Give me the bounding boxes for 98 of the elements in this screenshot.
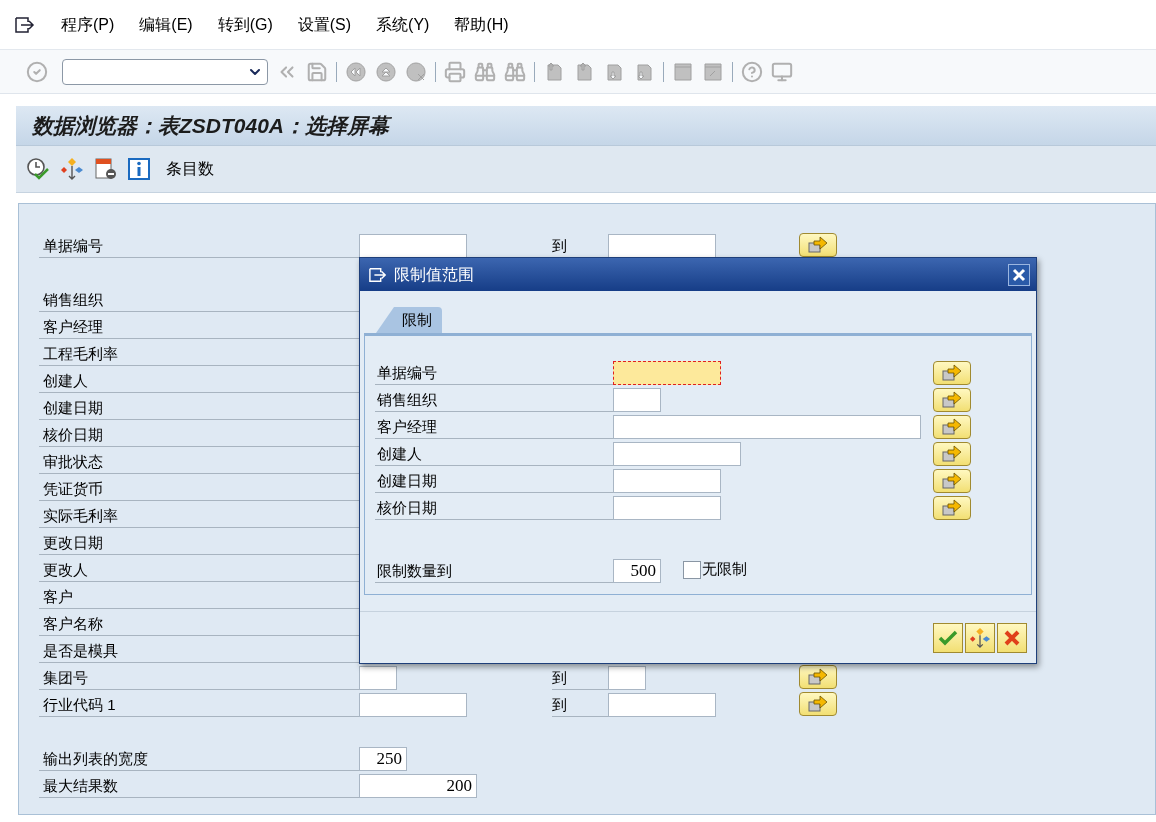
field-label: 客户经理	[375, 413, 613, 439]
field-label: 更改日期	[39, 529, 359, 555]
arrow-icon	[807, 235, 829, 254]
field-label: 创建人	[39, 367, 359, 393]
monitor-icon[interactable]	[771, 60, 793, 83]
input-field[interactable]	[613, 388, 661, 412]
arrow-icon	[941, 391, 963, 409]
field-label: 单据编号	[39, 232, 359, 258]
multiple-selection-button[interactable]	[933, 469, 971, 493]
multiple-selection-button[interactable]	[933, 496, 971, 520]
clock-check-icon[interactable]	[26, 157, 50, 181]
field-label: 创建日期	[375, 467, 613, 493]
check-icon[interactable]	[26, 60, 48, 83]
exit-icon[interactable]	[14, 14, 36, 35]
input-field[interactable]	[613, 496, 721, 520]
menu-item[interactable]: 帮助(H)	[454, 12, 509, 37]
arrow-icon	[807, 694, 829, 713]
back-icon[interactable]	[345, 60, 367, 83]
multiple-selection-button[interactable]	[799, 232, 837, 257]
from-field[interactable]	[359, 234, 467, 258]
multiple-selection-button[interactable]	[799, 664, 837, 689]
up-icon[interactable]	[375, 60, 397, 83]
dialog-title: 限制值范围	[394, 264, 474, 285]
shortcut-icon[interactable]	[702, 60, 724, 83]
field-label: 最大结果数	[39, 772, 359, 798]
multiple-selection-button[interactable]	[933, 361, 971, 385]
to-field[interactable]	[608, 693, 716, 717]
field-label: 实际毛利率	[39, 502, 359, 528]
check-icon	[938, 628, 958, 648]
screen-title: 数据浏览器：表ZSDT040A：选择屏幕	[32, 112, 390, 139]
field-label: 客户经理	[39, 313, 359, 339]
tab[interactable]: 限制	[376, 307, 442, 333]
menu-item[interactable]: 编辑(E)	[139, 12, 193, 37]
entries-button[interactable]: 条目数	[166, 157, 214, 181]
field-label: 单据编号	[375, 359, 613, 385]
input-field[interactable]	[613, 469, 721, 493]
to-field[interactable]	[608, 666, 646, 690]
checkbox-label: 无限制	[702, 559, 747, 580]
field-label: 集团号	[39, 664, 359, 690]
command-field[interactable]	[62, 58, 268, 85]
input-field[interactable]	[613, 415, 921, 439]
close-icon	[1012, 267, 1026, 282]
multiple-selection-button[interactable]	[799, 691, 837, 716]
number-field[interactable]: 250	[359, 747, 407, 771]
close-button[interactable]	[1008, 263, 1030, 286]
print-icon[interactable]	[444, 60, 466, 83]
cancel-button[interactable]	[997, 623, 1027, 653]
number-field[interactable]: 500	[613, 559, 661, 583]
field-label: 创建人	[375, 440, 613, 466]
arrow-icon	[941, 418, 963, 436]
arrow-icon	[941, 445, 963, 463]
save-icon[interactable]	[306, 60, 328, 83]
menu-item[interactable]: 设置(S)	[297, 12, 352, 37]
new-window-icon[interactable]	[672, 60, 694, 83]
find-next-icon[interactable]	[504, 60, 526, 83]
field-label: 审批状态	[39, 448, 359, 474]
multiple-selection-button[interactable]	[933, 442, 971, 466]
field-label: 客户	[39, 583, 359, 609]
field-label: 销售组织	[39, 286, 359, 312]
field-label: 销售组织	[375, 386, 613, 412]
from-field[interactable]	[359, 693, 467, 717]
diamond-arrows-icon[interactable]	[60, 157, 84, 181]
menu-item[interactable]: 转到(G)	[217, 12, 273, 37]
multiple-selection-button[interactable]	[965, 623, 995, 653]
field-label: 创建日期	[39, 394, 359, 420]
field-label: 输出列表的宽度	[39, 745, 359, 771]
close-icon	[1003, 629, 1021, 647]
multiple-selection-button[interactable]	[933, 388, 971, 412]
arrow-icon	[941, 364, 963, 382]
cancel-icon[interactable]	[405, 60, 427, 83]
input-field[interactable]	[613, 442, 741, 466]
field-label: 凭证货币	[39, 475, 359, 501]
exit-icon	[368, 265, 388, 284]
field-label: 更改人	[39, 556, 359, 582]
confirm-button[interactable]	[933, 623, 963, 653]
arrow-icon	[807, 667, 829, 686]
from-field[interactable]	[359, 666, 397, 690]
multiple-selection-button[interactable]	[933, 415, 971, 439]
input-field[interactable]	[613, 361, 721, 385]
checkbox[interactable]	[683, 560, 701, 579]
number-field[interactable]: 200	[359, 774, 477, 798]
field-label: 工程毛利率	[39, 340, 359, 366]
find-icon[interactable]	[474, 60, 496, 83]
arrow-icon	[941, 472, 963, 490]
diamond-arrows-icon	[969, 627, 991, 649]
field-label: 行业代码 1	[39, 691, 359, 717]
arrow-icon	[941, 499, 963, 517]
field-label: 限制数量到	[375, 557, 613, 583]
menu-item[interactable]: 系统(Y)	[376, 12, 430, 37]
delete-row-icon[interactable]	[94, 157, 118, 181]
field-label: 客户名称	[39, 610, 359, 636]
help-icon[interactable]	[741, 60, 763, 83]
to-field[interactable]	[608, 234, 716, 258]
field-label: 是否是模具	[39, 637, 359, 663]
info-icon[interactable]	[128, 158, 150, 180]
menu-item[interactable]: 程序(P)	[61, 12, 115, 37]
field-label: 核价日期	[375, 494, 613, 520]
field-label: 核价日期	[39, 421, 359, 447]
